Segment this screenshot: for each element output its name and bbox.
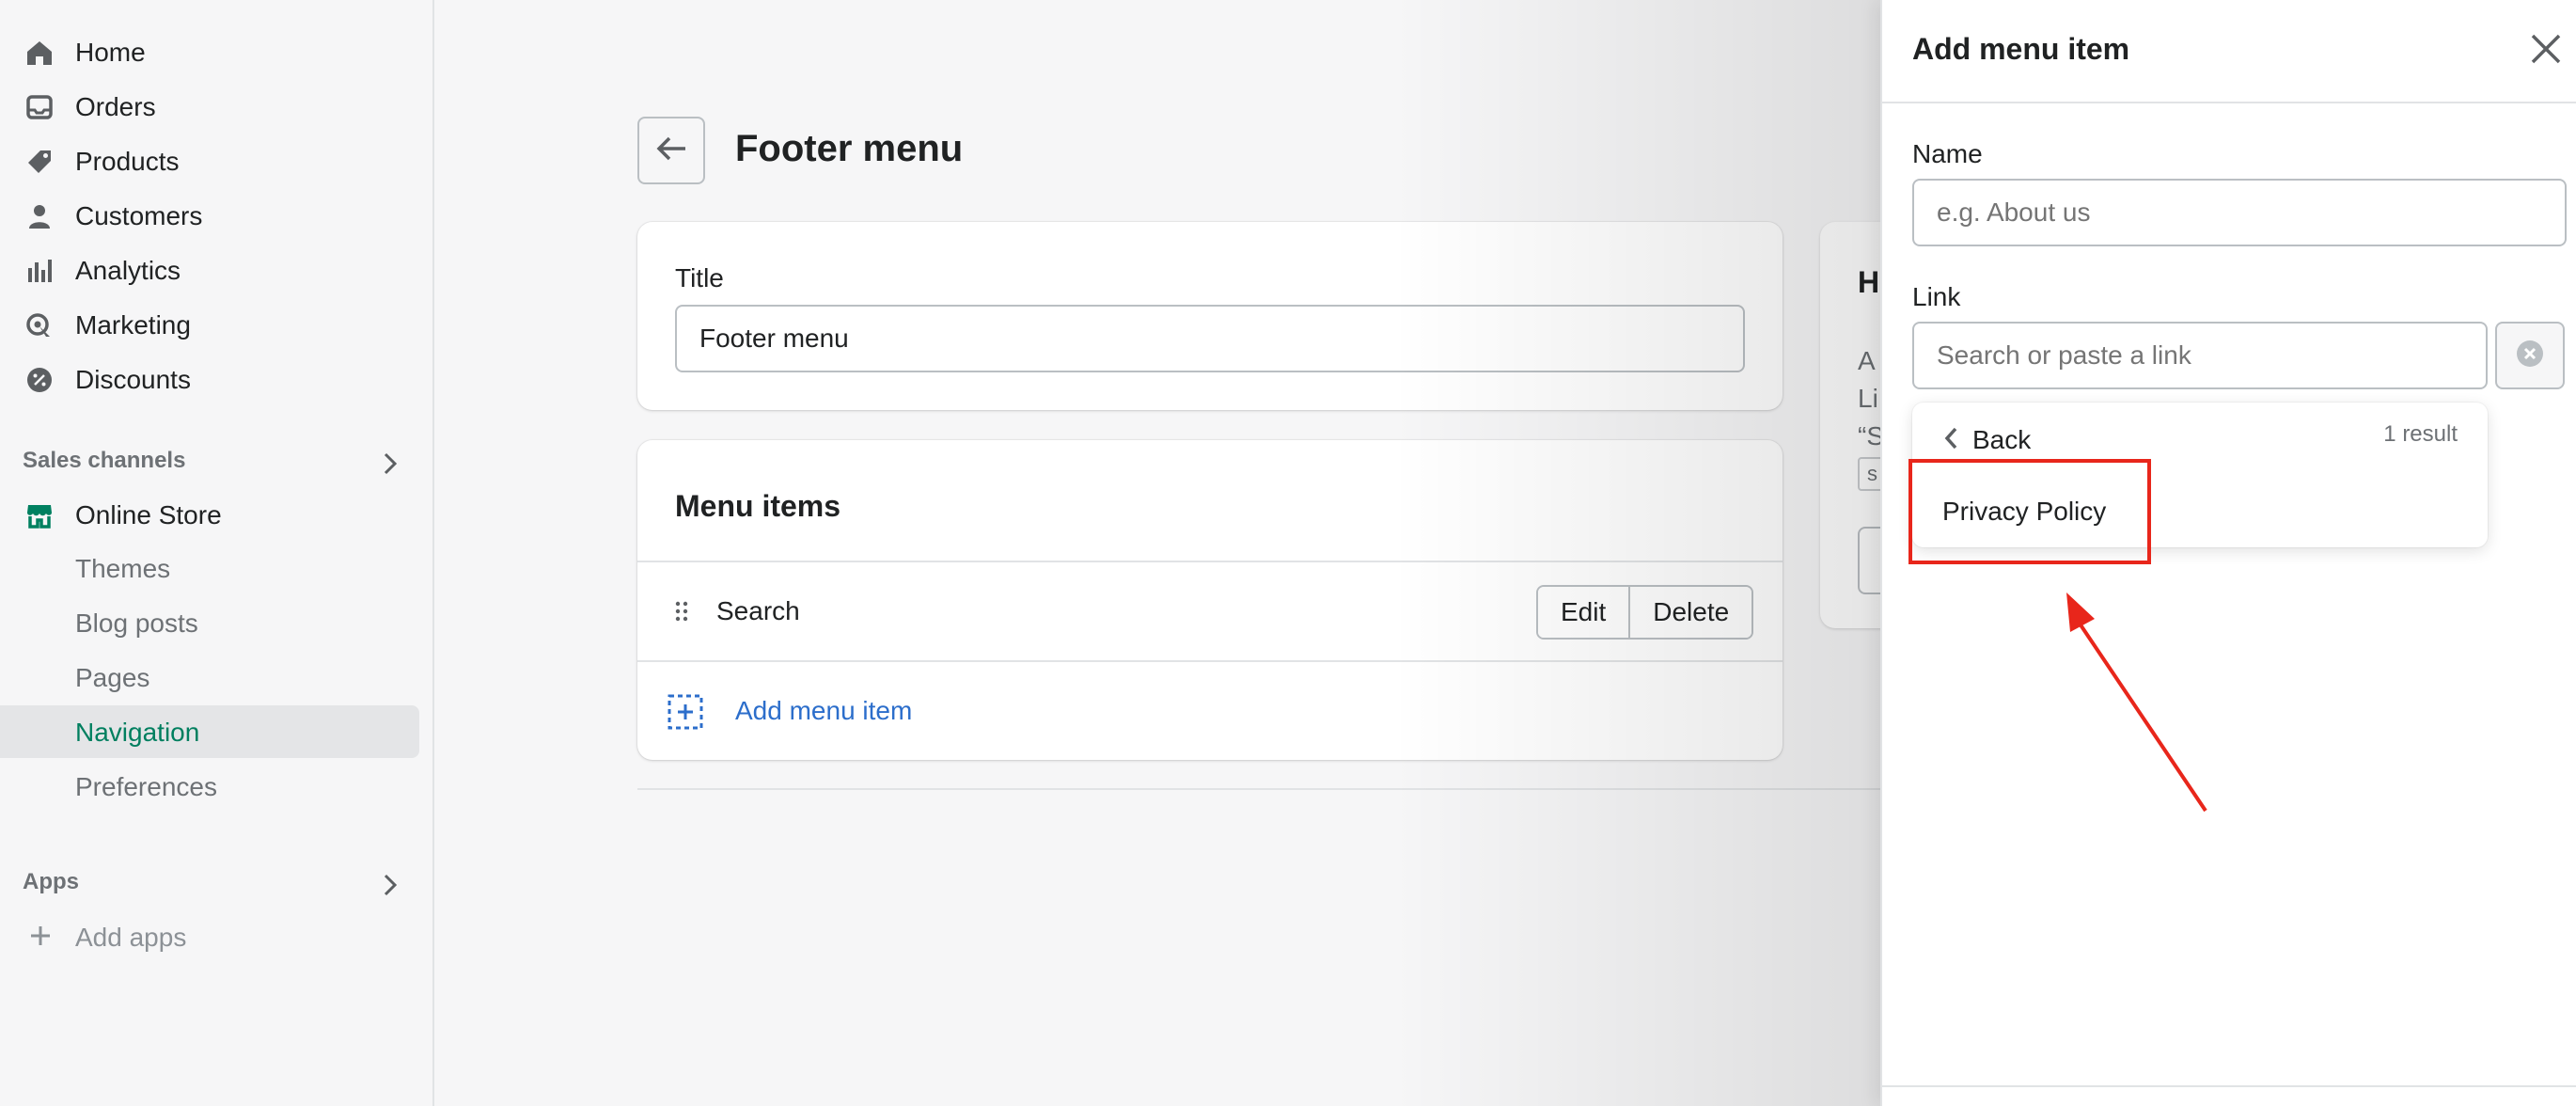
menu-item-actions: Edit Delete [1536, 585, 1754, 640]
nav-discounts-label: Discounts [75, 365, 191, 394]
chevron-right-icon[interactable] [380, 871, 401, 906]
nav-add-apps-label: Add apps [75, 923, 187, 952]
dropdown-back-button[interactable]: Back [1942, 421, 2031, 459]
divider [1882, 1085, 2576, 1087]
link-search-input[interactable] [1912, 322, 2488, 389]
divider [637, 788, 1880, 790]
add-menu-item-link[interactable]: Add menu item [735, 696, 912, 726]
page-title: Footer menu [735, 128, 964, 169]
drag-handle-icon[interactable] [675, 600, 688, 627]
nav-preferences-label: Preferences [75, 772, 217, 801]
back-button[interactable] [637, 117, 705, 184]
name-input[interactable] [1912, 179, 2567, 246]
nav-discounts[interactable]: Discounts [0, 352, 419, 406]
nav-home-label: Home [75, 38, 146, 67]
apps-header: Apps [23, 869, 399, 907]
sales-channels-header: Sales channels [23, 448, 399, 485]
help-card-text: Li [1858, 384, 1878, 413]
link-suggestions-dropdown: Back 1 result Privacy Policy [1912, 403, 2488, 547]
panel-title: Add menu item [1912, 32, 2130, 66]
target-icon [24, 310, 55, 340]
divider [1882, 102, 2576, 103]
add-menu-item-panel: Add menu item Name Link Back 1 result Pr… [1880, 0, 2576, 1106]
menu-items-heading: Menu items [675, 489, 841, 523]
title-input[interactable] [675, 305, 1745, 372]
chevron-left-icon [1942, 425, 1959, 456]
store-icon [24, 500, 55, 530]
nav-themes[interactable]: Themes [0, 542, 419, 594]
nav-add-apps[interactable]: Add apps [0, 910, 419, 963]
nav-themes-label: Themes [75, 554, 171, 583]
title-field-label: Title [675, 263, 724, 292]
nav-marketing-label: Marketing [75, 310, 191, 340]
nav-pages-label: Pages [75, 663, 150, 692]
delete-button[interactable]: Delete [1628, 587, 1752, 638]
person-icon [24, 201, 55, 231]
arrow-left-icon [655, 134, 687, 167]
nav-analytics[interactable]: Analytics [0, 243, 419, 297]
nav-customers[interactable]: Customers [0, 188, 419, 243]
nav-products-label: Products [75, 147, 180, 176]
title-card: Title [637, 222, 1783, 410]
plus-icon [28, 924, 53, 955]
nav-orders[interactable]: Orders [0, 79, 419, 134]
nav-navigation-label: Navigation [75, 718, 200, 747]
dropdown-option-privacy-policy[interactable]: Privacy Policy [1942, 497, 2106, 527]
nav-online-store[interactable]: Online Store [0, 487, 419, 542]
tag-icon [24, 147, 55, 177]
clear-link-button[interactable] [2495, 322, 2565, 389]
nav-blog-posts[interactable]: Blog posts [0, 596, 419, 649]
nav-products[interactable]: Products [0, 134, 419, 188]
nav-online-store-label: Online Store [75, 500, 222, 529]
nav-home[interactable]: Home [0, 24, 419, 79]
help-card-text: A [1858, 346, 1876, 375]
menu-item-label: Search [716, 596, 800, 625]
bar-chart-icon [24, 256, 55, 286]
add-item-icon [668, 694, 703, 735]
discount-icon [24, 365, 55, 395]
link-field-label: Link [1912, 282, 1961, 311]
dropdown-back-label: Back [1972, 425, 2032, 454]
close-icon[interactable] [2527, 30, 2565, 68]
edit-button[interactable]: Edit [1538, 587, 1629, 638]
menu-item-row: Search Edit Delete [637, 562, 1783, 660]
nav-blog-posts-label: Blog posts [75, 608, 198, 638]
nav-analytics-label: Analytics [75, 256, 181, 285]
nav-marketing[interactable]: Marketing [0, 297, 419, 352]
nav-customers-label: Customers [75, 201, 203, 230]
help-card-heading: H [1858, 265, 1880, 299]
nav-navigation[interactable]: Navigation [0, 705, 419, 758]
inbox-icon [24, 92, 55, 122]
apps-label: Apps [23, 869, 79, 894]
sidebar: Home Orders Products Customers Analytics… [0, 0, 434, 1106]
add-menu-item-row[interactable]: Add menu item [637, 662, 1783, 760]
nav-orders-label: Orders [75, 92, 156, 121]
name-field-label: Name [1912, 139, 1983, 168]
nav-pages[interactable]: Pages [0, 651, 419, 703]
sales-channels-label: Sales channels [23, 448, 186, 473]
home-icon [24, 38, 55, 68]
menu-items-card: Menu items Search Edit Delete Add menu i… [637, 440, 1783, 760]
chevron-right-icon[interactable] [380, 450, 401, 484]
nav-preferences[interactable]: Preferences [0, 760, 419, 813]
result-count: 1 result [2383, 421, 2458, 447]
clear-icon [2515, 339, 2545, 373]
